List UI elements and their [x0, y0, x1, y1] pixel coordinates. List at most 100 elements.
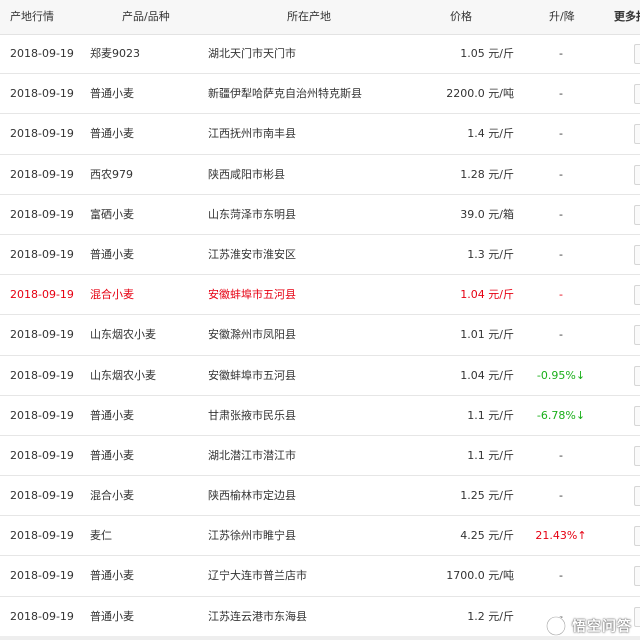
watermark: 悟空问答 [545, 613, 632, 639]
more-report-button[interactable] [634, 164, 640, 185]
table-row[interactable]: 2018-09-19 山东烟农小麦 安徽滁州市凤阳县 1.01 元/斤 - [0, 315, 640, 356]
table-row[interactable]: 2018-09-19 普通小麦 辽宁大连市普兰店市 1700.0 元/吨 - [0, 556, 640, 597]
header-price: 价格 [450, 10, 472, 23]
row-place: 山东菏泽市东明县 [208, 207, 296, 221]
row-date: 2018-09-19 [10, 47, 74, 60]
more-report-button[interactable] [634, 486, 640, 507]
row-date: 2018-09-19 [10, 167, 74, 181]
more-report-button[interactable] [634, 526, 640, 547]
more-report-button[interactable] [634, 44, 640, 64]
row-variety: 混合小麦 [90, 288, 134, 302]
price-table: 产地行情 产品/品种 所在产地 价格 升/降 更多报 2018-09-19 郑麦9… [0, 0, 640, 643]
row-place: 湖北天门市天门市 [208, 47, 296, 60]
row-date: 2018-09-19 [10, 569, 74, 583]
row-price: 2200.0 元/吨 [446, 87, 514, 101]
row-place: 陕西榆林市定边县 [208, 489, 296, 503]
more-report-button[interactable] [634, 285, 640, 306]
row-variety: 山东烟农小麦 [90, 328, 156, 342]
table-row[interactable]: 2018-09-19 普通小麦 甘肃张掖市民乐县 1.1 元/斤 -6.78%↓ [0, 396, 640, 436]
row-date: 2018-09-19 [10, 609, 74, 623]
row-place: 江苏淮安市淮安区 [208, 247, 296, 261]
header-change: 升/降 [549, 10, 575, 23]
row-change: - [559, 247, 563, 261]
row-variety: 麦仁 [90, 529, 112, 543]
watermark-text: 悟空问答 [572, 619, 632, 635]
row-place: 江西抚州市南丰县 [208, 127, 296, 141]
row-change: - [559, 47, 563, 60]
row-place: 湖北潜江市潜江市 [208, 448, 296, 462]
row-date: 2018-09-19 [10, 368, 74, 382]
wukong-logo-icon [546, 616, 566, 636]
row-place: 甘肃张掖市民乐县 [208, 408, 296, 422]
row-date: 2018-09-19 [10, 408, 74, 422]
table-row[interactable]: 2018-09-19 富硒小麦 山东菏泽市东明县 39.0 元/箱 - [0, 195, 640, 235]
more-report-button[interactable] [634, 405, 640, 426]
row-place: 江苏徐州市睢宁县 [208, 529, 296, 543]
row-place: 陕西咸阳市彬县 [208, 167, 285, 181]
row-change: - [559, 167, 563, 181]
row-place: 安徽蚌埠市五河县 [208, 288, 296, 302]
more-report-button[interactable] [634, 606, 640, 627]
row-change: 21.43%↑ [535, 529, 587, 543]
row-price: 1700.0 元/吨 [446, 569, 514, 583]
row-variety: 富硒小麦 [90, 207, 134, 221]
table-body: 2018-09-19 郑麦9023 湖北天门市天门市 1.05 元/斤 -2018-09… [0, 34, 640, 637]
row-place: 安徽滁州市凤阳县 [208, 328, 296, 342]
row-place: 江苏连云港市东海县 [208, 609, 307, 623]
header-region: 产地行情 [10, 10, 54, 23]
row-variety: 普通小麦 [90, 87, 134, 101]
row-change: -6.78%↓ [536, 408, 586, 422]
row-change: - [559, 127, 563, 141]
row-place: 安徽蚌埠市五河县 [208, 368, 296, 382]
table-row[interactable]: 2018-09-19 西农979 陕西咸阳市彬县 1.28 元/斤 - [0, 155, 640, 195]
row-variety: 普通小麦 [90, 127, 134, 141]
row-date: 2018-09-19 [10, 127, 74, 141]
row-change: - [559, 207, 563, 221]
row-variety: 郑麦9023 [90, 47, 140, 60]
table-row[interactable]: 2018-09-19 麦仁 江苏徐州市睢宁县 4.25 元/斤 21.43%↑ [0, 516, 640, 557]
row-place: 辽宁大连市普兰店市 [208, 569, 307, 583]
table-header: 产地行情 产品/品种 所在产地 价格 升/降 更多报 [0, 0, 640, 35]
row-date: 2018-09-19 [10, 448, 74, 462]
row-date: 2018-09-19 [10, 288, 74, 302]
more-report-button[interactable] [634, 204, 640, 225]
table-row[interactable]: 2018-09-19 郑麦9023 湖北天门市天门市 1.05 元/斤 - [0, 34, 640, 75]
row-change: -0.95%↓ [536, 368, 586, 382]
more-report-button[interactable] [634, 566, 640, 587]
table-row[interactable]: 2018-09-19 普通小麦 湖北潜江市潜江市 1.1 元/斤 - [0, 436, 640, 477]
table-row[interactable]: 2018-09-19 混合小麦 陕西榆林市定边县 1.25 元/斤 - [0, 476, 640, 517]
table-row[interactable]: 2018-09-19 普通小麦 江苏淮安市淮安区 1.3 元/斤 - [0, 235, 640, 276]
row-change: - [559, 328, 563, 342]
table-row[interactable]: 2018-09-19 普通小麦 江西抚州市南丰县 1.4 元/斤 - [0, 114, 640, 155]
row-change: - [559, 448, 563, 462]
more-report-button[interactable] [634, 244, 640, 265]
table-row[interactable]: 2018-09-19 混合小麦 安徽蚌埠市五河县 1.04 元/斤 - [0, 275, 640, 316]
row-variety: 混合小麦 [90, 489, 134, 503]
row-variety: 普通小麦 [90, 569, 134, 583]
more-report-button[interactable] [634, 84, 640, 105]
row-variety: 普通小麦 [90, 609, 134, 623]
header-place: 所在产地 [287, 10, 331, 23]
row-change: - [559, 87, 563, 101]
table-row[interactable]: 2018-09-19 山东烟农小麦 安徽蚌埠市五河县 1.04 元/斤 -0.95%↓ [0, 356, 640, 396]
row-change: - [559, 489, 563, 503]
row-date: 2018-09-19 [10, 207, 74, 221]
row-date: 2018-09-19 [10, 328, 74, 342]
table-row[interactable]: 2018-09-19 普通小麦 新疆伊犁哈萨克自治州特克斯县 2200.0 元/吨 - [0, 74, 640, 115]
row-change: - [559, 288, 563, 302]
more-report-button[interactable] [634, 124, 640, 145]
row-variety: 普通小麦 [90, 247, 134, 261]
row-date: 2018-09-19 [10, 87, 74, 101]
row-variety: 普通小麦 [90, 448, 134, 462]
row-date: 2018-09-19 [10, 529, 74, 543]
row-place: 新疆伊犁哈萨克自治州特克斯县 [208, 87, 362, 101]
row-date: 2018-09-19 [10, 247, 74, 261]
more-report-button[interactable] [634, 365, 640, 386]
header-variety: 产品/品种 [122, 10, 170, 23]
row-variety: 西农979 [90, 167, 133, 181]
header-more[interactable]: 更多报 [614, 0, 640, 34]
more-report-button[interactable] [634, 445, 640, 466]
table-row[interactable]: 2018-09-19 普通小麦 江苏连云港市东海县 1.2 元/斤 - [0, 597, 640, 637]
row-date: 2018-09-19 [10, 489, 74, 503]
more-report-button[interactable] [634, 325, 640, 346]
